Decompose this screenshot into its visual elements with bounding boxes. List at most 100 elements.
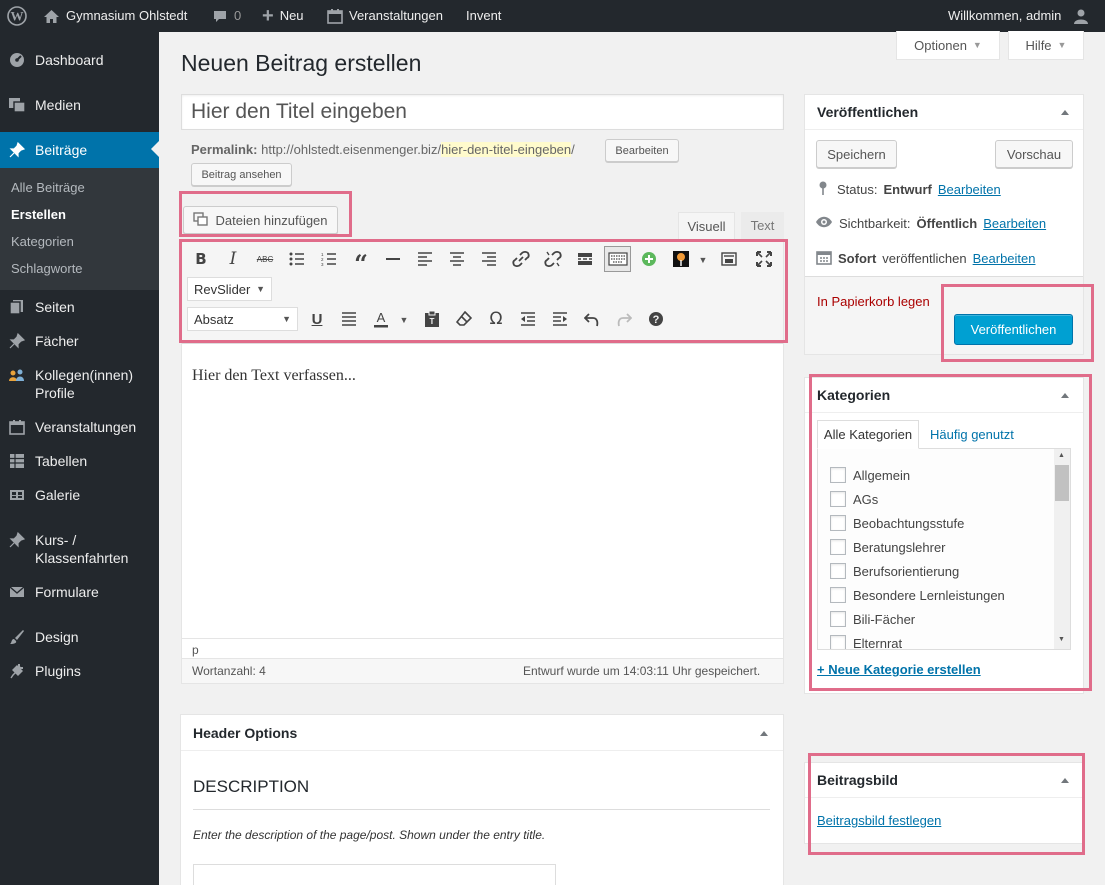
align-left-icon[interactable] [414, 248, 436, 270]
post-title-input[interactable]: Hier den Titel eingeben [181, 94, 784, 130]
paste-text-icon[interactable]: T [421, 308, 443, 330]
visibility-edit-link[interactable]: Bearbeiten [983, 216, 1046, 231]
set-featured-image-label: Beitragsbild festlegen [817, 813, 942, 828]
add-media-button[interactable]: Dateien hinzufügen [183, 206, 338, 234]
menu-dashboard[interactable]: Dashboard [0, 51, 159, 69]
justify-icon[interactable] [338, 308, 360, 330]
outdent-icon[interactable] [517, 308, 539, 330]
fullscreen-icon[interactable] [753, 248, 775, 270]
add-new-category-link[interactable]: + Neue Kategorie erstellen [817, 662, 981, 677]
comments-link[interactable]: 0 [212, 0, 241, 32]
preview-button[interactable]: Vorschau [995, 140, 1073, 168]
tab-visual[interactable]: Visuell [678, 212, 735, 239]
menu-class-trips[interactable]: Kurs- / Klassenfahrten [0, 531, 159, 567]
menu-subjects[interactable]: Fächer [0, 332, 159, 350]
scrollbar-thumb[interactable] [1055, 465, 1069, 501]
category-checkbox[interactable] [830, 515, 846, 531]
status-edit-link[interactable]: Bearbeiten [938, 182, 1001, 197]
collapse-arrow-icon[interactable] [760, 731, 768, 736]
italic-icon[interactable]: I [222, 248, 244, 270]
align-right-icon[interactable] [478, 248, 500, 270]
submenu-all-posts[interactable]: Alle Beiträge [11, 180, 85, 195]
help-button[interactable]: Hilfe ▼ [1008, 31, 1084, 60]
menu-gallery[interactable]: Galerie [0, 486, 159, 504]
embed-icon[interactable] [718, 248, 740, 270]
tab-popular-categories[interactable]: Häufig genutzt [930, 427, 1014, 442]
horizontal-line-icon[interactable] [382, 248, 404, 270]
menu-media[interactable]: Medien [0, 96, 159, 114]
align-center-icon[interactable] [446, 248, 468, 270]
category-checkbox[interactable] [830, 611, 846, 627]
bold-icon[interactable]: B [190, 248, 212, 270]
special-character-icon[interactable]: Ω [485, 308, 507, 330]
category-checkbox[interactable] [830, 563, 846, 579]
menu-colleagues[interactable]: Kollegen(innen) Profile [0, 366, 159, 402]
link-icon[interactable] [510, 248, 532, 270]
editor-content[interactable]: Hier den Text verfassen... [192, 367, 356, 385]
clear-formatting-icon[interactable] [453, 308, 475, 330]
site-name-link[interactable]: Gymnasium Ohlstedt [43, 0, 187, 32]
submenu-categories[interactable]: Kategorien [11, 234, 74, 249]
unlink-icon[interactable] [542, 248, 564, 270]
category-checkbox[interactable] [830, 491, 846, 507]
menu-posts[interactable]: Beiträge [0, 132, 159, 168]
view-post-button[interactable]: Beitrag ansehen [191, 163, 292, 186]
save-draft-button[interactable]: Speichern [816, 140, 897, 168]
read-more-icon[interactable] [574, 248, 596, 270]
redo-icon[interactable] [613, 308, 635, 330]
menu-label: Design [35, 629, 79, 645]
shortcode-dropdown-arrow-icon[interactable]: ▼ [692, 249, 714, 271]
category-label: AGs [853, 492, 879, 507]
dropdown-arrow-icon: ▼ [282, 314, 291, 324]
header-options-divider [181, 750, 783, 751]
permalink-edit-button[interactable]: Bearbeiten [605, 139, 679, 162]
menu-design[interactable]: Design [0, 628, 159, 646]
move-to-trash-link[interactable]: In Papierkorb legen [817, 294, 930, 309]
undo-icon[interactable] [581, 308, 603, 330]
underline-icon[interactable]: U [306, 308, 328, 330]
schedule-edit-link[interactable]: Bearbeiten [973, 251, 1036, 266]
scroll-up-arrow-icon[interactable]: ▲ [1058, 452, 1065, 459]
collapse-arrow-icon[interactable] [1061, 110, 1069, 115]
tab-text[interactable]: Text [741, 212, 784, 239]
format-select[interactable]: Absatz ▼ [187, 307, 298, 331]
indent-icon[interactable] [549, 308, 571, 330]
blockquote-icon[interactable]: “ [350, 248, 372, 278]
strikethrough-icon[interactable]: ABC [254, 248, 276, 270]
submenu-new-post[interactable]: Erstellen [11, 207, 66, 222]
account-menu[interactable]: Willkommen, admin [948, 0, 1089, 32]
menu-pages[interactable]: Seiten [0, 298, 159, 316]
category-checkbox[interactable] [830, 539, 846, 555]
collapse-arrow-icon[interactable] [1061, 393, 1069, 398]
set-featured-image-link[interactable]: Beitragsbild festlegen [817, 813, 941, 828]
submenu-tags[interactable]: Schlagworte [11, 261, 83, 276]
menu-tables[interactable]: Tabellen [0, 452, 159, 470]
add-green-icon[interactable] [638, 248, 660, 270]
menu-forms[interactable]: Formulare [0, 583, 159, 601]
numbered-list-icon[interactable]: 123 [318, 248, 340, 270]
description-input[interactable] [193, 864, 556, 885]
scroll-down-arrow-icon[interactable]: ▼ [1058, 636, 1065, 643]
text-color-icon[interactable]: A [370, 308, 392, 330]
bullet-list-icon[interactable] [286, 248, 308, 270]
menu-events[interactable]: Veranstaltungen [0, 418, 159, 436]
permalink-slug[interactable]: hier-den-titel-eingeben [441, 142, 572, 157]
new-content-link[interactable]: + Neu [262, 0, 304, 32]
category-checkbox[interactable] [830, 587, 846, 603]
invent-link[interactable]: Invent [466, 0, 501, 32]
wordpress-logo-icon[interactable]: W [7, 0, 27, 32]
collapse-arrow-icon[interactable] [1061, 778, 1069, 783]
events-link[interactable]: Veranstaltungen [327, 0, 443, 32]
help-icon[interactable]: ? [645, 308, 667, 330]
category-checkbox[interactable] [830, 635, 846, 649]
shortcode-icon[interactable] [670, 248, 692, 270]
toolbar-toggle-icon[interactable] [604, 246, 631, 272]
screen-options-button[interactable]: Optionen ▼ [896, 31, 1000, 60]
menu-plugins[interactable]: Plugins [0, 662, 159, 680]
category-checkbox[interactable] [830, 467, 846, 483]
svg-text:A: A [377, 310, 386, 325]
publish-button[interactable]: Veröffentlichen [954, 314, 1073, 345]
tab-all-categories[interactable]: Alle Kategorien [817, 420, 919, 449]
revslider-select[interactable]: RevSlider ▼ [187, 277, 272, 301]
text-color-dropdown-arrow-icon[interactable]: ▼ [393, 309, 415, 331]
